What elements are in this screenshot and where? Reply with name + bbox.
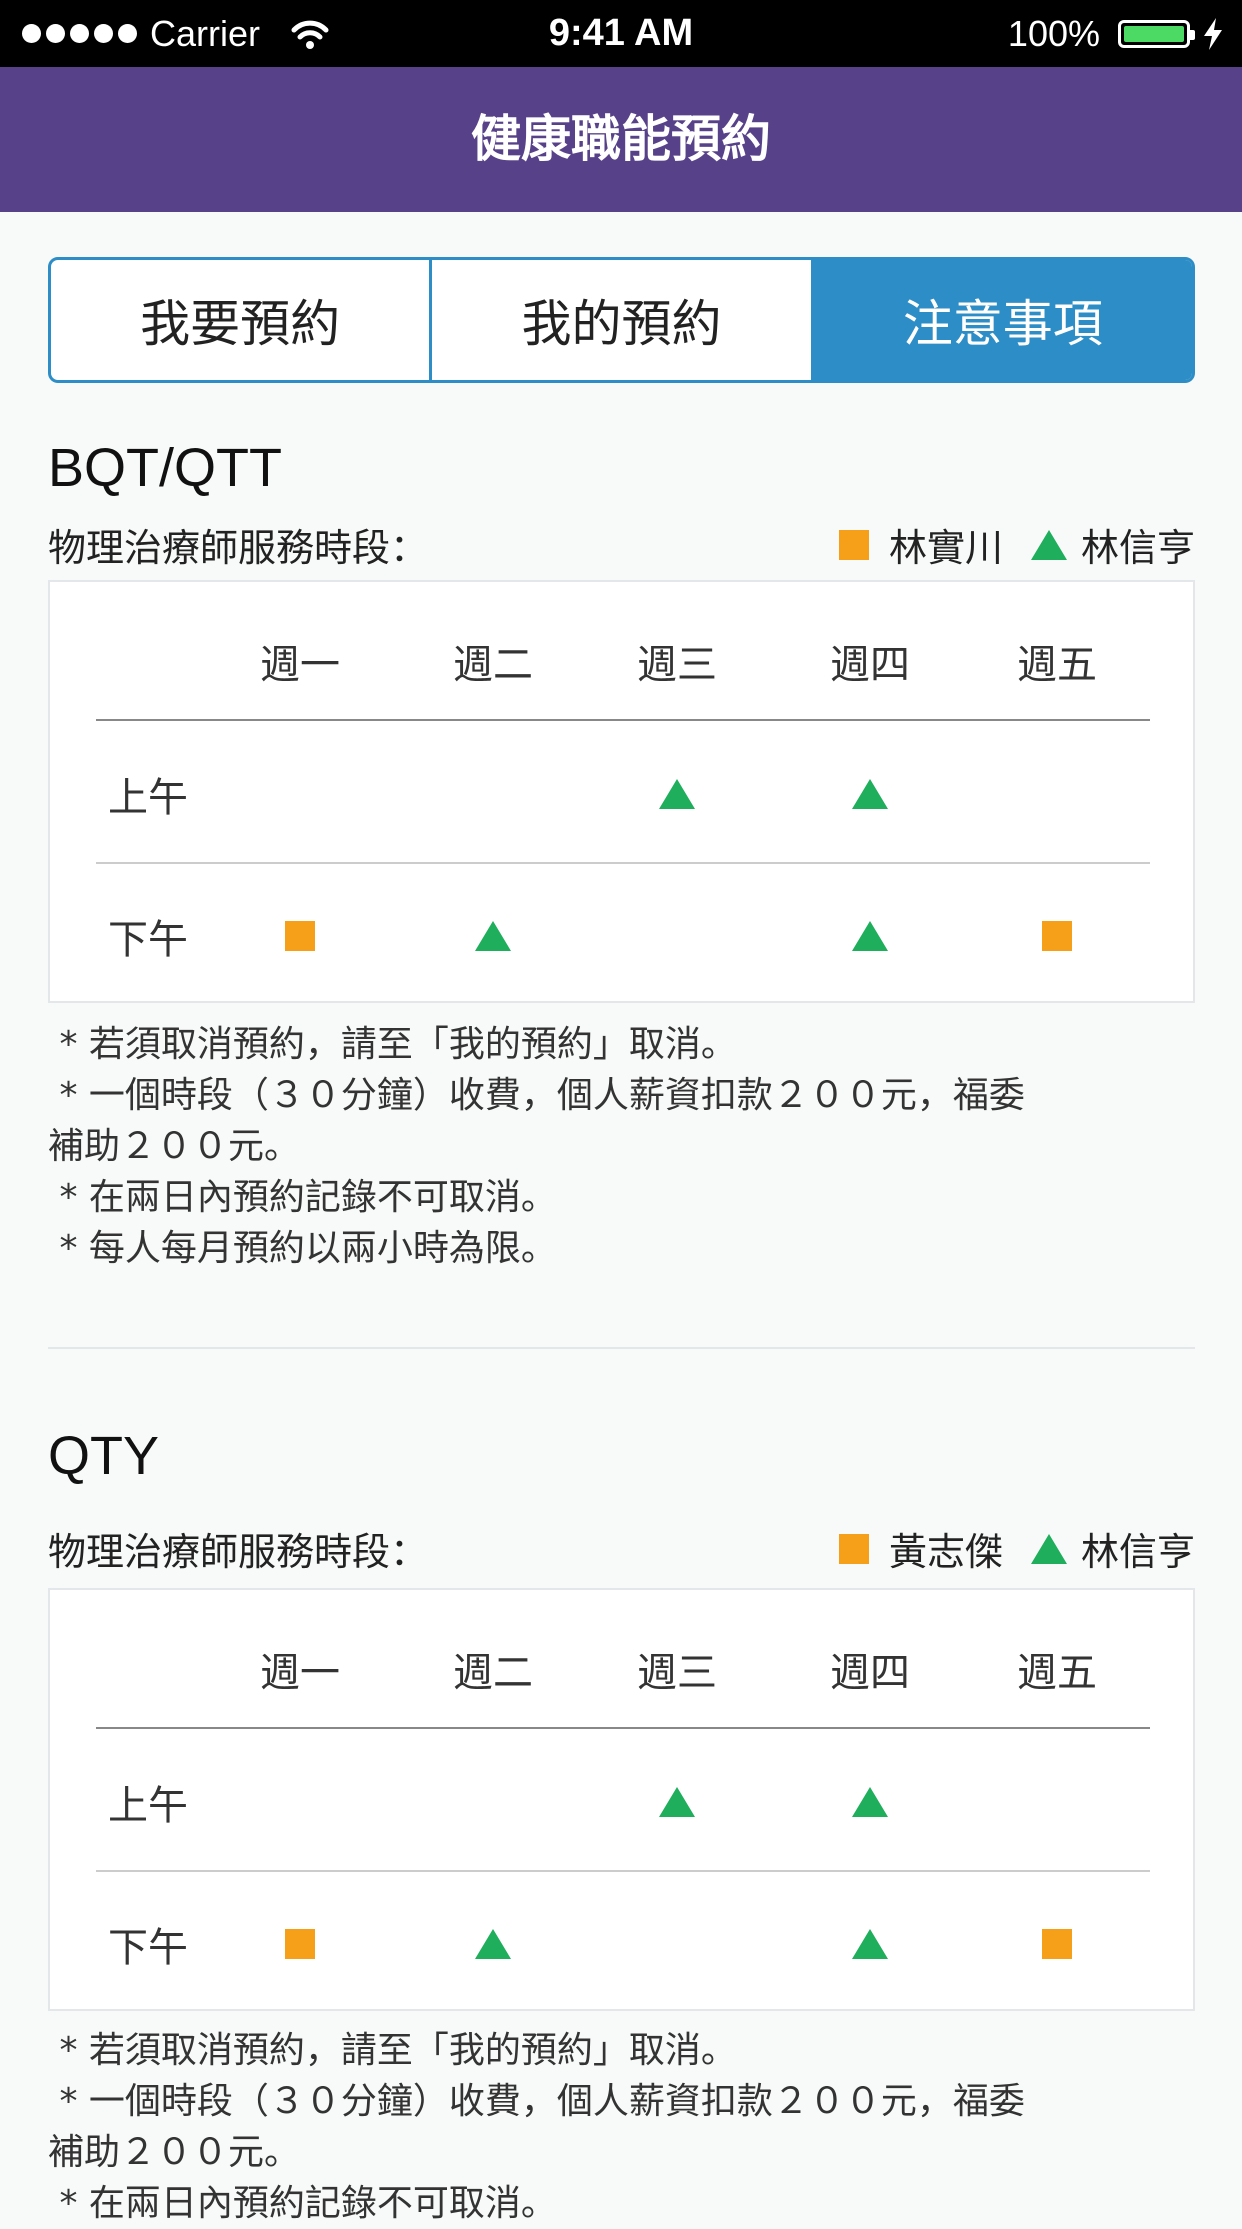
day-header: 週五 bbox=[1017, 1650, 1097, 1696]
note-line: * 若須取消預約，請至「我的預約」取消。 bbox=[48, 1024, 737, 1065]
triangle-marker-icon bbox=[475, 921, 511, 951]
notes-list: * 若須取消預約，請至「我的預約」取消。 * 一個時段（３０分鐘）收費，個人薪資… bbox=[48, 1019, 1195, 1274]
page-title: 健康職能預約 bbox=[0, 67, 1242, 212]
square-marker-icon bbox=[838, 1533, 869, 1564]
schedule-table: 週一 週二 週三 週四 週五 上午 下午 bbox=[48, 1588, 1195, 2011]
legend-square-label: 黃志傑 bbox=[888, 1530, 1003, 1574]
triangle-marker-icon bbox=[1030, 529, 1067, 560]
square-marker-icon bbox=[1042, 1929, 1072, 1959]
day-header: 週四 bbox=[830, 1650, 910, 1696]
section-title: QTY bbox=[48, 1426, 160, 1486]
schedule-table: 週一 週二 週三 週四 週五 上午 下午 bbox=[48, 580, 1195, 1003]
tab-notices[interactable]: 注意事項 bbox=[810, 260, 1192, 380]
square-marker-icon bbox=[1042, 921, 1072, 951]
note-line: * 一個時段（３０分鐘）收費，個人薪資扣款２００元，福委 bbox=[48, 2081, 1025, 2122]
legend-square-label: 林實川 bbox=[888, 526, 1003, 570]
triangle-marker-icon bbox=[852, 1787, 888, 1817]
day-header: 週二 bbox=[453, 642, 533, 688]
legend-triangle-label: 林信亨 bbox=[1080, 1530, 1195, 1574]
tab-make-reservation[interactable]: 我要預約 bbox=[51, 260, 429, 380]
notes-list: * 若須取消預約，請至「我的預約」取消。 * 一個時段（３０分鐘）收費，個人薪資… bbox=[48, 2025, 1195, 2229]
day-header: 週四 bbox=[830, 642, 910, 688]
triangle-marker-icon bbox=[659, 779, 695, 809]
tab-my-reservations[interactable]: 我的預約 bbox=[429, 260, 810, 380]
charging-bolt-icon bbox=[1204, 17, 1222, 50]
battery-info: 100% bbox=[1008, 0, 1224, 67]
square-marker-icon bbox=[838, 529, 869, 560]
battery-icon bbox=[1118, 19, 1195, 48]
square-marker-icon bbox=[285, 921, 315, 951]
triangle-marker-icon bbox=[852, 779, 888, 809]
triangle-marker-icon bbox=[475, 1929, 511, 1959]
row-divider bbox=[96, 1870, 1150, 1872]
note-line: * 每人每月預約以兩小時為限。 bbox=[48, 1228, 557, 1269]
day-header: 週一 bbox=[260, 1650, 340, 1696]
header-divider bbox=[96, 1727, 1150, 1729]
section-divider bbox=[48, 1347, 1195, 1349]
triangle-marker-icon bbox=[852, 921, 888, 951]
tab-bar: 我要預約 我的預約 注意事項 bbox=[48, 257, 1195, 383]
schedule-label: 物理治療師服務時段： bbox=[48, 1530, 429, 1574]
row-label-afternoon: 下午 bbox=[108, 917, 188, 963]
row-label-morning: 上午 bbox=[108, 1783, 188, 1829]
note-line: 補助２００元。 bbox=[48, 2132, 301, 2173]
status-bar: Carrier 9:41 AM 100% bbox=[0, 0, 1242, 67]
square-marker-icon bbox=[285, 1929, 315, 1959]
note-line: 補助２００元。 bbox=[48, 1126, 301, 1167]
row-label-morning: 上午 bbox=[108, 775, 188, 821]
day-header: 週一 bbox=[260, 642, 340, 688]
note-line: * 若須取消預約，請至「我的預約」取消。 bbox=[48, 2030, 737, 2071]
note-line: * 在兩日內預約記錄不可取消。 bbox=[48, 1177, 557, 1218]
battery-percent: 100% bbox=[1007, 12, 1100, 54]
day-header: 週三 bbox=[637, 1650, 717, 1696]
row-label-afternoon: 下午 bbox=[108, 1925, 188, 1971]
schedule-label: 物理治療師服務時段： bbox=[48, 526, 429, 570]
day-header: 週三 bbox=[637, 642, 717, 688]
legend: 林實川 林信亨 bbox=[838, 517, 1195, 572]
section-title: BQT/QTT bbox=[48, 438, 282, 498]
triangle-marker-icon bbox=[659, 1787, 695, 1817]
triangle-marker-icon bbox=[852, 1929, 888, 1959]
note-line: * 在兩日內預約記錄不可取消。 bbox=[48, 2183, 557, 2224]
row-divider bbox=[96, 862, 1150, 864]
day-header: 週五 bbox=[1017, 642, 1097, 688]
triangle-marker-icon bbox=[1030, 1533, 1067, 1564]
day-header: 週二 bbox=[453, 1650, 533, 1696]
legend: 黃志傑 林信亨 bbox=[838, 1521, 1195, 1576]
header-divider bbox=[96, 719, 1150, 721]
legend-triangle-label: 林信亨 bbox=[1080, 526, 1195, 570]
note-line: * 一個時段（３０分鐘）收費，個人薪資扣款２００元，福委 bbox=[48, 1075, 1025, 1116]
